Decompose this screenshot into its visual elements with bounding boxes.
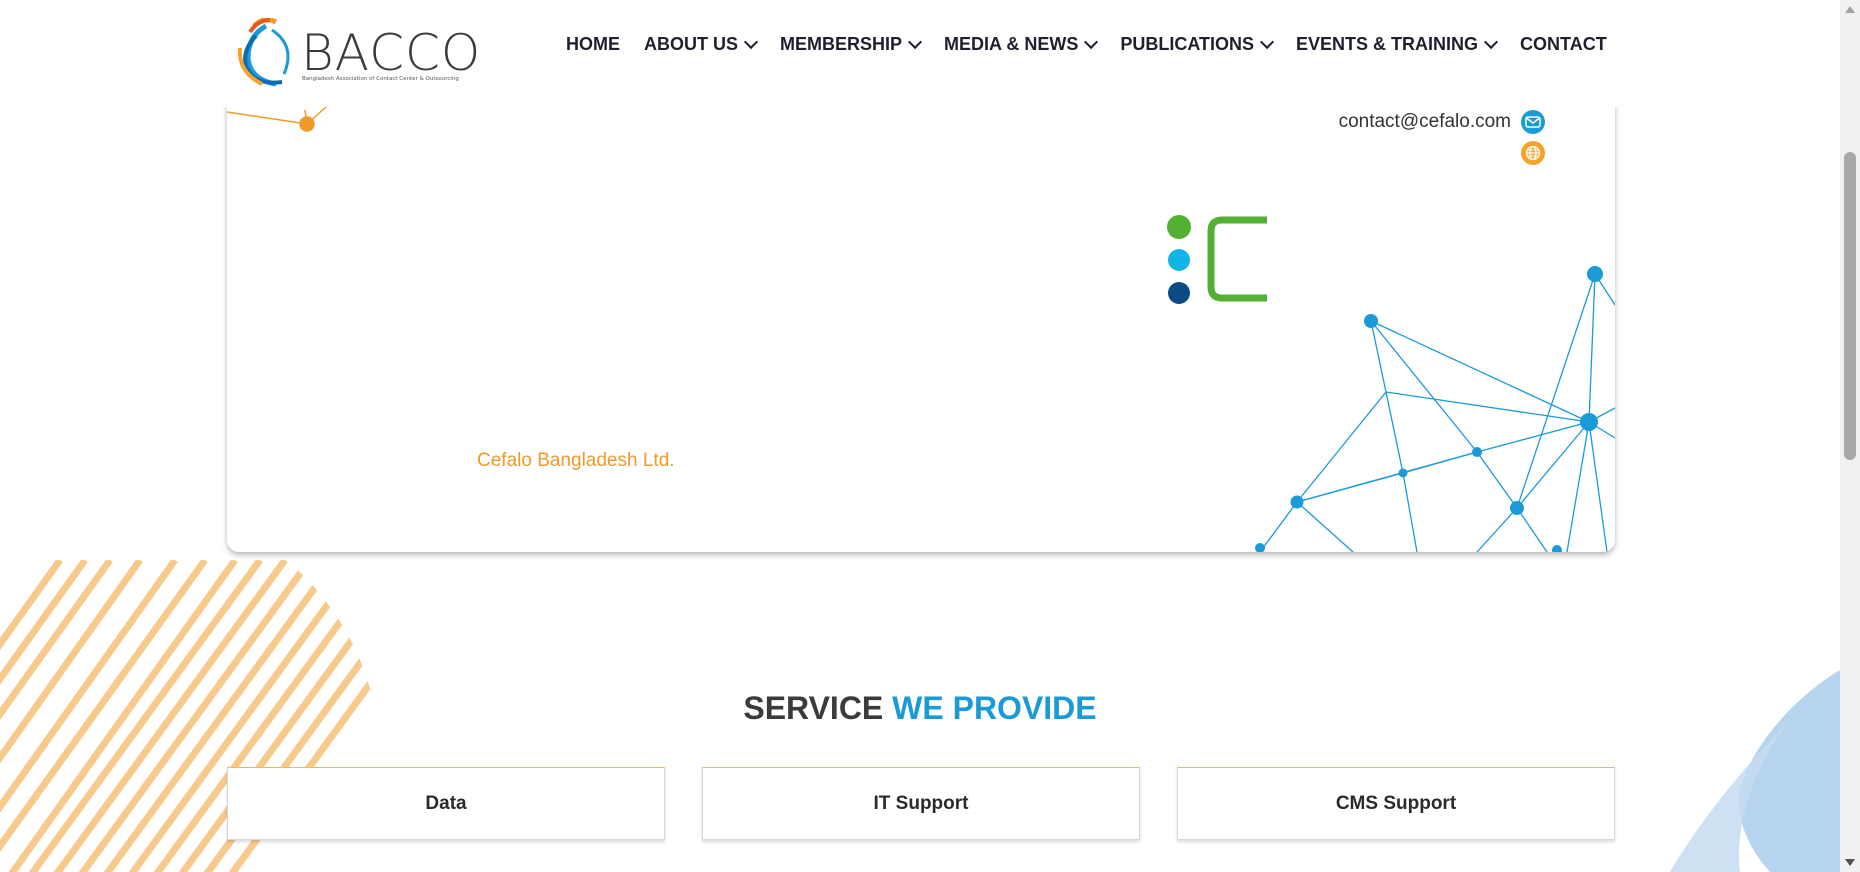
company-card: contact@cefalo.com Cefalo Bangladesh Ltd… bbox=[227, 40, 1615, 552]
chevron-down-icon bbox=[1483, 34, 1499, 49]
nav-label: EVENTS & TRAINING bbox=[1296, 34, 1479, 54]
nav-label: ABOUT US bbox=[644, 34, 738, 54]
bacco-logo[interactable]: BACCO Bangladesh Association of Contact … bbox=[236, 18, 480, 90]
nav-label: HOME bbox=[566, 34, 620, 54]
service-card-data[interactable]: Data bbox=[227, 767, 665, 840]
scroll-up-arrow-icon[interactable] bbox=[1845, 6, 1855, 13]
service-label: CMS Support bbox=[1335, 792, 1457, 814]
company-logo bbox=[1167, 215, 1267, 304]
site-header: BACCO Bangladesh Association of Contact … bbox=[0, 0, 1840, 107]
vertical-scrollbar[interactable] bbox=[1840, 0, 1860, 872]
nav-publications[interactable]: PUBLICATIONS bbox=[1120, 34, 1275, 55]
chevron-down-icon bbox=[743, 34, 759, 49]
logo-text: BACCO bbox=[301, 24, 482, 82]
nav-media-news[interactable]: MEDIA & NEWS bbox=[944, 34, 1099, 55]
contact-email[interactable]: contact@cefalo.com bbox=[1339, 111, 1511, 133]
service-card-cms-support[interactable]: CMS Support bbox=[1177, 767, 1615, 840]
service-label: IT Support bbox=[873, 792, 969, 814]
scrollbar-thumb[interactable] bbox=[1844, 152, 1856, 460]
nav-label: CONTACT bbox=[1520, 34, 1607, 54]
nav-home[interactable]: HOME bbox=[566, 34, 620, 55]
nav-contact[interactable]: CONTACT bbox=[1520, 34, 1607, 55]
nav-about-us[interactable]: ABOUT US bbox=[644, 34, 759, 55]
service-label: Data bbox=[425, 792, 467, 814]
service-card-it-support[interactable]: IT Support bbox=[702, 767, 1140, 840]
nav-label: MEDIA & NEWS bbox=[944, 34, 1079, 54]
logo-subtitle: Bangladesh Association of Contact Center… bbox=[302, 76, 459, 82]
logo-swirl-icon bbox=[237, 18, 290, 87]
services-heading: SERVICE WE PROVIDE bbox=[0, 690, 1840, 727]
chevron-down-icon bbox=[1084, 34, 1099, 49]
nav-membership[interactable]: MEMBERSHIP bbox=[780, 34, 923, 55]
nav-label: PUBLICATIONS bbox=[1120, 34, 1255, 54]
scroll-down-arrow-icon[interactable] bbox=[1845, 859, 1855, 866]
mail-icon[interactable] bbox=[1521, 110, 1545, 134]
company-name[interactable]: Cefalo Bangladesh Ltd. bbox=[477, 450, 675, 472]
globe-icon[interactable] bbox=[1521, 141, 1545, 165]
services-heading-dark: SERVICE bbox=[743, 690, 884, 726]
services-heading-blue: WE PROVIDE bbox=[892, 690, 1097, 726]
contact-email-row: contact@cefalo.com bbox=[1339, 110, 1545, 134]
nav-label: MEMBERSHIP bbox=[780, 34, 903, 54]
chevron-down-icon bbox=[1259, 34, 1275, 49]
chevron-down-icon bbox=[907, 34, 923, 49]
nav-events-training[interactable]: EVENTS & TRAINING bbox=[1296, 34, 1499, 55]
main-nav: HOME ABOUT US MEMBERSHIP MEDIA & NEWS PU… bbox=[566, 34, 1631, 55]
